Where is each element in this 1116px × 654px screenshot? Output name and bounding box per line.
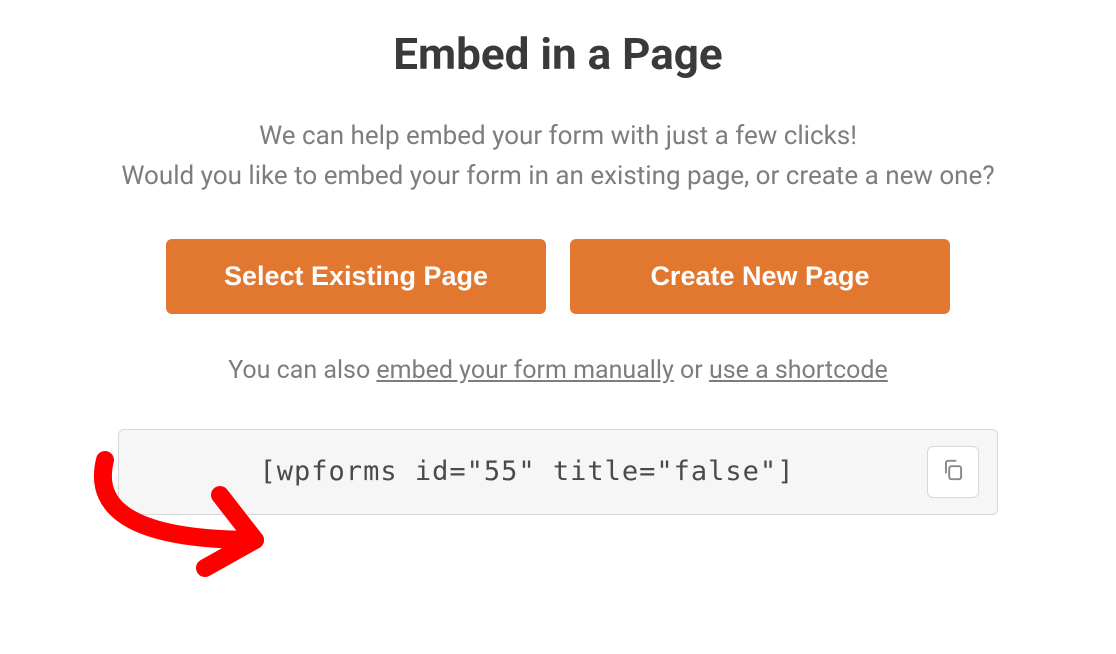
description-text: We can help embed your form with just a … xyxy=(121,116,994,197)
copy-shortcode-button[interactable] xyxy=(927,446,979,498)
alt-mid: or xyxy=(674,356,709,385)
description-line-2: Would you like to embed your form in an … xyxy=(121,161,994,191)
button-row: Select Existing Page Create New Page xyxy=(166,239,950,314)
select-existing-page-button[interactable]: Select Existing Page xyxy=(166,239,546,314)
embed-dialog: Embed in a Page We can help embed your f… xyxy=(0,0,1116,515)
page-title: Embed in a Page xyxy=(393,28,722,80)
use-shortcode-link[interactable]: use a shortcode xyxy=(709,356,888,385)
shortcode-text: [wpforms id="55" title="false"] xyxy=(143,456,911,487)
shortcode-box: [wpforms id="55" title="false"] xyxy=(118,429,998,515)
embed-manually-link[interactable]: embed your form manually xyxy=(376,356,673,385)
alternative-text: You can also embed your form manually or… xyxy=(228,356,888,385)
alt-prefix: You can also xyxy=(228,356,376,385)
create-new-page-button[interactable]: Create New Page xyxy=(570,239,950,314)
description-line-1: We can help embed your form with just a … xyxy=(259,121,857,151)
copy-icon xyxy=(940,457,966,487)
